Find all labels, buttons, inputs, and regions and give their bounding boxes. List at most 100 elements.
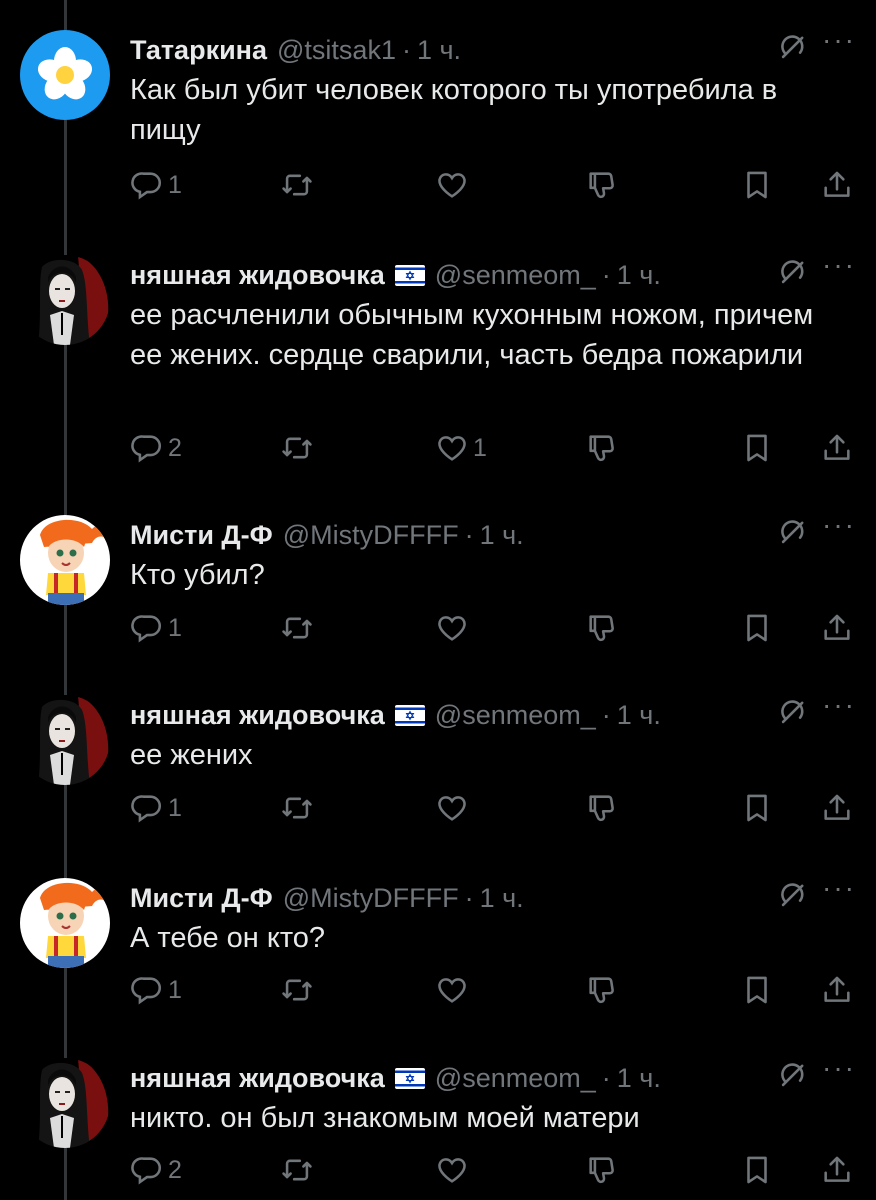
retweet-button[interactable] bbox=[280, 165, 318, 205]
reply-thread: Татаркина @tsitsak1 · 1 ч. ··· Как был у… bbox=[0, 0, 876, 1200]
tweet-text: Как был убит человек которого ты употреб… bbox=[130, 74, 778, 146]
heart-icon bbox=[435, 431, 469, 465]
bookmark-button[interactable] bbox=[740, 608, 774, 648]
like-button[interactable] bbox=[435, 788, 473, 828]
timestamp[interactable]: 1 ч. bbox=[617, 1063, 661, 1094]
grok-icon[interactable] bbox=[776, 1058, 810, 1092]
avatar[interactable] bbox=[20, 695, 110, 785]
heart-icon bbox=[435, 1153, 469, 1187]
display-name[interactable]: няшная жидовочка bbox=[130, 1063, 385, 1094]
retweet-button[interactable] bbox=[280, 970, 318, 1010]
tweet-text: ее жених bbox=[130, 739, 253, 771]
display-name[interactable]: няшная жидовочка bbox=[130, 700, 385, 731]
reply-count: 2 bbox=[168, 433, 182, 462]
reply-icon bbox=[130, 973, 164, 1007]
bookmark-button[interactable] bbox=[740, 428, 774, 468]
avatar[interactable] bbox=[20, 30, 110, 120]
heart-icon bbox=[435, 791, 469, 825]
like-button[interactable]: 1 bbox=[435, 428, 487, 468]
user-handle[interactable]: @MistyDFFFF bbox=[283, 883, 459, 914]
avatar[interactable] bbox=[20, 255, 110, 345]
retweet-icon bbox=[280, 791, 314, 825]
share-icon bbox=[820, 973, 854, 1007]
grok-icon[interactable] bbox=[776, 255, 810, 289]
dislike-button[interactable] bbox=[585, 970, 619, 1010]
dislike-button[interactable] bbox=[585, 608, 619, 648]
thread-connector-line bbox=[64, 120, 67, 255]
like-button[interactable] bbox=[435, 165, 473, 205]
bookmark-button[interactable] bbox=[740, 165, 774, 205]
dislike-button[interactable] bbox=[585, 788, 619, 828]
bookmark-button[interactable] bbox=[740, 788, 774, 828]
israel-flag-icon bbox=[385, 264, 425, 286]
share-button[interactable] bbox=[820, 608, 854, 648]
like-count: 1 bbox=[473, 433, 487, 462]
reply-button[interactable]: 2 bbox=[130, 428, 182, 468]
reply-button[interactable]: 1 bbox=[130, 788, 182, 828]
retweet-button[interactable] bbox=[280, 1150, 318, 1190]
retweet-button[interactable] bbox=[280, 608, 318, 648]
retweet-button[interactable] bbox=[280, 788, 318, 828]
user-handle[interactable]: @tsitsak1 bbox=[277, 35, 396, 66]
timestamp[interactable]: 1 ч. bbox=[617, 700, 661, 731]
user-handle[interactable]: @senmeom_ bbox=[435, 700, 596, 731]
separator-dot: · bbox=[401, 34, 411, 65]
bookmark-icon bbox=[740, 168, 774, 202]
reply-icon bbox=[130, 1153, 164, 1187]
share-button[interactable] bbox=[820, 1150, 854, 1190]
separator-dot: · bbox=[601, 1062, 611, 1093]
reply-button[interactable]: 1 bbox=[130, 970, 182, 1010]
share-button[interactable] bbox=[820, 428, 854, 468]
user-handle[interactable]: @senmeom_ bbox=[435, 1063, 596, 1094]
more-options-icon[interactable]: ··· bbox=[822, 1052, 856, 1084]
reply-count: 1 bbox=[168, 170, 182, 199]
more-options-icon[interactable]: ··· bbox=[822, 689, 856, 721]
dislike-button[interactable] bbox=[585, 428, 619, 468]
display-name[interactable]: няшная жидовочка bbox=[130, 260, 385, 291]
share-icon bbox=[820, 611, 854, 645]
retweet-icon bbox=[280, 168, 314, 202]
more-options-icon[interactable]: ··· bbox=[822, 249, 856, 281]
reply-button[interactable]: 1 bbox=[130, 165, 182, 205]
display-name[interactable]: Мисти Д-Ф bbox=[130, 520, 273, 551]
user-handle[interactable]: @senmeom_ bbox=[435, 260, 596, 291]
display-name[interactable]: Мисти Д-Ф bbox=[130, 883, 273, 914]
share-button[interactable] bbox=[820, 788, 854, 828]
dislike-button[interactable] bbox=[585, 1150, 619, 1190]
grok-icon[interactable] bbox=[776, 878, 810, 912]
tweet-text: А тебе он кто? bbox=[130, 922, 326, 954]
more-options-icon[interactable]: ··· bbox=[822, 872, 856, 904]
tweet-header: няшная жидовочка @senmeom_ · 1 ч. bbox=[130, 1060, 856, 1096]
bookmark-button[interactable] bbox=[740, 970, 774, 1010]
like-button[interactable] bbox=[435, 1150, 473, 1190]
share-button[interactable] bbox=[820, 970, 854, 1010]
like-button[interactable] bbox=[435, 970, 473, 1010]
tweet-text: Кто убил? bbox=[130, 559, 265, 591]
thumbs-down-icon bbox=[585, 973, 619, 1007]
reply-button[interactable]: 2 bbox=[130, 1150, 182, 1190]
avatar[interactable] bbox=[20, 1058, 110, 1148]
reply-count: 1 bbox=[168, 793, 182, 822]
share-button[interactable] bbox=[820, 165, 854, 205]
grok-icon[interactable] bbox=[776, 30, 810, 64]
like-button[interactable] bbox=[435, 608, 473, 648]
dislike-button[interactable] bbox=[585, 165, 619, 205]
timestamp[interactable]: 1 ч. bbox=[480, 520, 524, 551]
user-handle[interactable]: @MistyDFFFF bbox=[283, 520, 459, 551]
grok-icon[interactable] bbox=[776, 515, 810, 549]
more-options-icon[interactable]: ··· bbox=[822, 24, 856, 56]
timestamp[interactable]: 1 ч. bbox=[480, 883, 524, 914]
retweet-button[interactable] bbox=[280, 428, 318, 468]
more-options-icon[interactable]: ··· bbox=[822, 509, 856, 541]
display-name[interactable]: Татаркина bbox=[130, 35, 267, 66]
avatar[interactable] bbox=[20, 878, 110, 968]
thread-connector-line bbox=[64, 605, 67, 695]
israel-flag-icon bbox=[385, 704, 425, 726]
bookmark-button[interactable] bbox=[740, 1150, 774, 1190]
grok-icon[interactable] bbox=[776, 695, 810, 729]
avatar[interactable] bbox=[20, 515, 110, 605]
timestamp[interactable]: 1 ч. bbox=[617, 260, 661, 291]
separator-dot: · bbox=[601, 259, 611, 290]
reply-button[interactable]: 1 bbox=[130, 608, 182, 648]
timestamp[interactable]: 1 ч. bbox=[417, 35, 461, 66]
